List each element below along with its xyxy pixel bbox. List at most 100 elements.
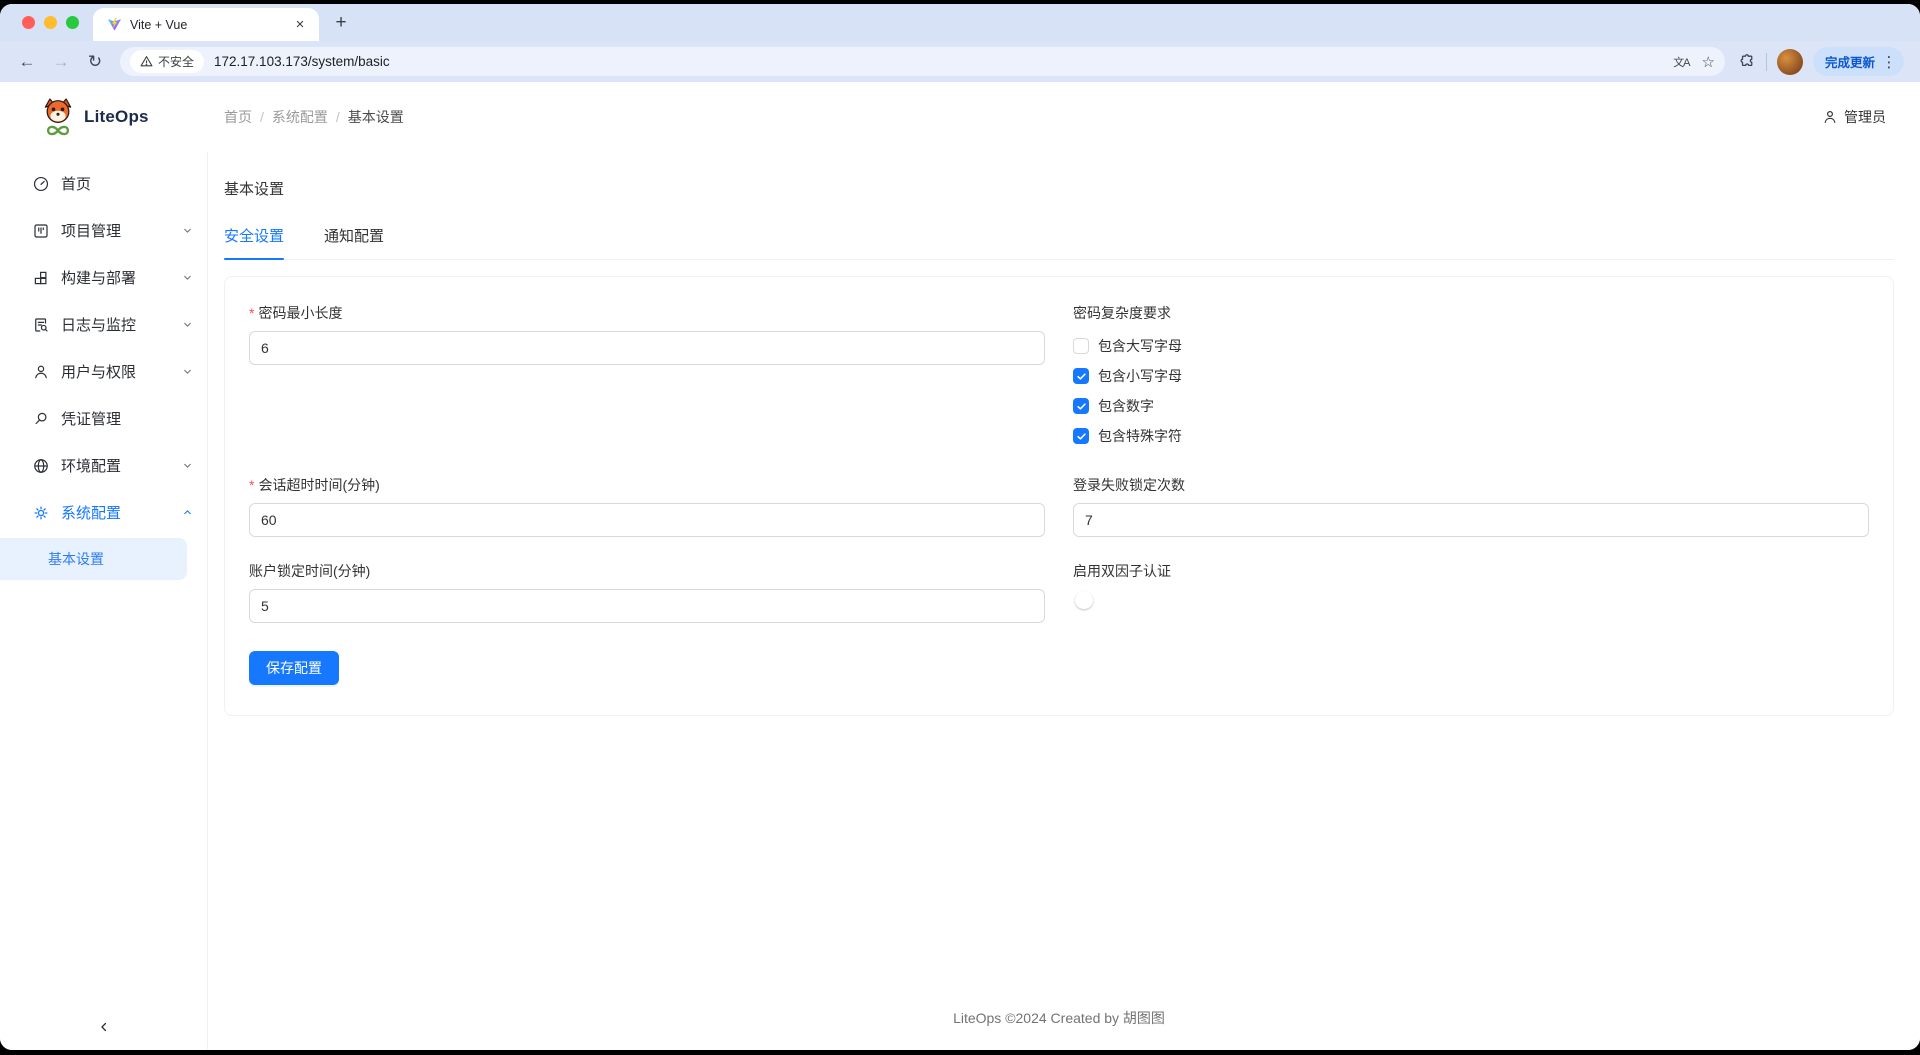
browser-menu-kebab-icon[interactable]: ⋮ (1880, 53, 1898, 71)
environment-icon (32, 457, 50, 475)
tab-security-settings[interactable]: 安全设置 (224, 225, 284, 259)
close-window-button[interactable] (22, 16, 35, 29)
breadcrumb-home[interactable]: 首页 (224, 107, 252, 127)
sidebar-item-home[interactable]: 首页 (0, 160, 207, 207)
gear-icon (32, 504, 50, 522)
toggle-knob (1075, 591, 1093, 609)
required-asterisk (249, 477, 258, 493)
field-label: 密码最小长度 (258, 303, 342, 323)
field-label: 密码复杂度要求 (1073, 303, 1171, 323)
account-lock-time-input[interactable] (249, 589, 1045, 623)
breadcrumb-separator: / (336, 109, 340, 125)
sidebar-item-projects[interactable]: 项目管理 (0, 207, 207, 254)
app-header: LiteOps 首页 / 系统配置 / 基本设置 管理员 (0, 82, 1920, 152)
extensions-puzzle-icon[interactable] (1739, 53, 1756, 70)
sidebar-item-label: 项目管理 (61, 220, 171, 241)
address-bar[interactable]: 不安全 172.17.103.173/system/basic 文A ☆ (120, 47, 1725, 76)
update-chrome-button[interactable]: 完成更新 ⋮ (1813, 47, 1904, 76)
required-asterisk (249, 305, 258, 321)
field-label: 会话超时时间(分钟) (258, 475, 379, 495)
liteops-panda-logo-icon (40, 97, 76, 137)
lowercase-checkbox[interactable] (1073, 368, 1089, 384)
sidebar-item-system-config[interactable]: 系统配置 (0, 489, 207, 536)
reload-icon[interactable]: ↻ (81, 48, 109, 76)
translate-icon[interactable]: 文A (1673, 54, 1689, 70)
settings-tabs: 安全设置 通知配置 (224, 225, 1894, 260)
forward-icon[interactable]: → (47, 48, 75, 76)
chevron-down-icon (182, 366, 193, 377)
dashboard-icon (32, 175, 50, 193)
tab-strip: Vite + Vue × + (0, 4, 1920, 41)
check-icon (1076, 431, 1087, 442)
field-password-min-length: 密码最小长度 (249, 303, 1045, 451)
sidebar-item-environment[interactable]: 环境配置 (0, 442, 207, 489)
session-timeout-input[interactable] (249, 503, 1045, 537)
checkbox-row: 包含特殊字符 (1073, 421, 1869, 451)
breadcrumb-current: 基本设置 (348, 107, 404, 127)
logs-monitor-icon (32, 316, 50, 334)
user-icon (1822, 109, 1838, 125)
tab-close-icon[interactable]: × (291, 16, 309, 34)
sidebar-item-label: 首页 (61, 173, 193, 194)
brand-logo[interactable]: LiteOps (0, 97, 208, 137)
page-footer: LiteOps ©2024 Created by 胡图图 (224, 990, 1894, 1050)
page-title: 基本设置 (224, 178, 1894, 199)
browser-window: Vite + Vue × + ← → ↻ 不安全 172.17.103.173/… (0, 4, 1920, 1050)
users-permissions-icon (32, 363, 50, 381)
save-config-button[interactable]: 保存配置 (249, 651, 339, 685)
field-label: 启用双因子认证 (1073, 561, 1171, 581)
bookmark-star-icon[interactable]: ☆ (1702, 53, 1715, 71)
browser-tab[interactable]: Vite + Vue × (93, 8, 319, 41)
tab-title: Vite + Vue (130, 18, 283, 32)
sidebar-item-label: 日志与监控 (61, 314, 171, 335)
check-icon (1076, 371, 1087, 382)
sidebar-item-label: 环境配置 (61, 455, 171, 476)
field-session-timeout: 会话超时时间(分钟) (249, 475, 1045, 537)
field-login-fail-lock: 登录失败锁定次数 (1073, 475, 1869, 537)
sidebar-subitem-basic-settings[interactable]: 基本设置 (0, 538, 187, 580)
sidebar-item-logs-monitor[interactable]: 日志与监控 (0, 301, 207, 348)
sidebar: 首页 项目管理 构建与部署 (0, 152, 208, 1050)
maximize-window-button[interactable] (66, 16, 79, 29)
sidebar-item-users-permissions[interactable]: 用户与权限 (0, 348, 207, 395)
sidebar-item-label: 用户与权限 (61, 361, 171, 382)
chevron-down-icon (182, 460, 193, 471)
password-min-length-input[interactable] (249, 331, 1045, 365)
sidebar-item-credentials[interactable]: 凭证管理 (0, 395, 207, 442)
field-password-complexity: 密码复杂度要求 包含大写字母 包含小写字母 (1073, 303, 1869, 451)
window-controls (0, 4, 93, 41)
login-fail-lock-input[interactable] (1073, 503, 1869, 537)
checkbox-label: 包含特殊字符 (1098, 426, 1182, 446)
chevron-left-icon (97, 1020, 111, 1034)
profile-avatar[interactable] (1777, 49, 1803, 75)
security-chip[interactable]: 不安全 (130, 50, 204, 73)
user-name: 管理员 (1844, 107, 1886, 127)
brand-name: LiteOps (84, 107, 149, 127)
breadcrumb-separator: / (260, 109, 264, 125)
uppercase-checkbox[interactable] (1073, 338, 1089, 354)
breadcrumb-system-config[interactable]: 系统配置 (272, 107, 328, 127)
tab-notification-config[interactable]: 通知配置 (324, 225, 384, 259)
checkbox-row: 包含大写字母 (1073, 331, 1869, 361)
field-label: 账户锁定时间(分钟) (249, 561, 370, 581)
browser-toolbar: ← → ↻ 不安全 172.17.103.173/system/basic 文A… (0, 41, 1920, 82)
field-two-factor: 启用双因子认证 (1073, 561, 1869, 623)
checkbox-row: 包含小写字母 (1073, 361, 1869, 391)
sidebar-item-build-deploy[interactable]: 构建与部署 (0, 254, 207, 301)
chevron-down-icon (182, 272, 193, 283)
sidebar-collapse-button[interactable] (0, 1004, 207, 1050)
chevron-up-icon (182, 507, 193, 518)
chevron-down-icon (182, 319, 193, 330)
back-icon[interactable]: ← (13, 48, 41, 76)
minimize-window-button[interactable] (44, 16, 57, 29)
sidebar-item-label: 构建与部署 (61, 267, 171, 288)
project-icon (32, 222, 50, 240)
checkbox-label: 包含大写字母 (1098, 336, 1182, 356)
breadcrumb: 首页 / 系统配置 / 基本设置 (224, 107, 404, 127)
field-label: 登录失败锁定次数 (1073, 475, 1185, 495)
special-chars-checkbox[interactable] (1073, 428, 1089, 444)
checkbox-label: 包含小写字母 (1098, 366, 1182, 386)
digits-checkbox[interactable] (1073, 398, 1089, 414)
user-menu[interactable]: 管理员 (1822, 107, 1920, 127)
new-tab-button[interactable]: + (327, 10, 355, 38)
